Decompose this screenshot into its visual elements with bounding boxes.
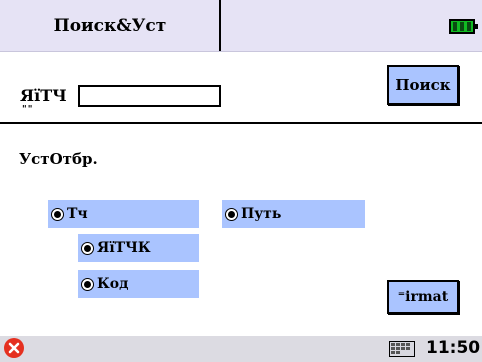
radio-option-put[interactable]: Путь: [222, 200, 365, 228]
search-label-suffix: "": [22, 105, 34, 115]
top-bar-border: [0, 51, 482, 52]
separator: [0, 122, 482, 124]
section-title: УстОтбр.: [19, 150, 98, 168]
radio-selected-icon: [51, 207, 64, 221]
radio-selected-icon: [81, 241, 94, 255]
radio-selected-icon: [225, 207, 238, 221]
radio-label-put: Путь: [241, 206, 282, 222]
clock[interactable]: 11:50: [426, 338, 480, 358]
tab-title[interactable]: Поиск&Уст: [0, 0, 220, 52]
radio-label-kod: Код: [97, 276, 129, 292]
search-input[interactable]: [78, 85, 221, 107]
search-button[interactable]: Поиск: [387, 65, 459, 105]
keyboard-icon[interactable]: [389, 341, 415, 357]
radio-option-kod[interactable]: Код: [78, 270, 199, 298]
battery-icon[interactable]: [449, 19, 478, 34]
tab-divider: [219, 0, 221, 52]
close-icon[interactable]: [4, 338, 24, 358]
radio-label-tch: Тч: [67, 206, 88, 222]
radio-label-yatchk: ЯїТЧК: [97, 240, 151, 256]
radio-option-tch[interactable]: Тч: [48, 200, 199, 228]
radio-option-yatchk[interactable]: ЯїТЧК: [78, 234, 199, 262]
radio-selected-icon: [81, 277, 94, 291]
format-button[interactable]: ⁼irmat: [387, 280, 459, 314]
search-label: ЯїТЧ: [20, 86, 67, 105]
